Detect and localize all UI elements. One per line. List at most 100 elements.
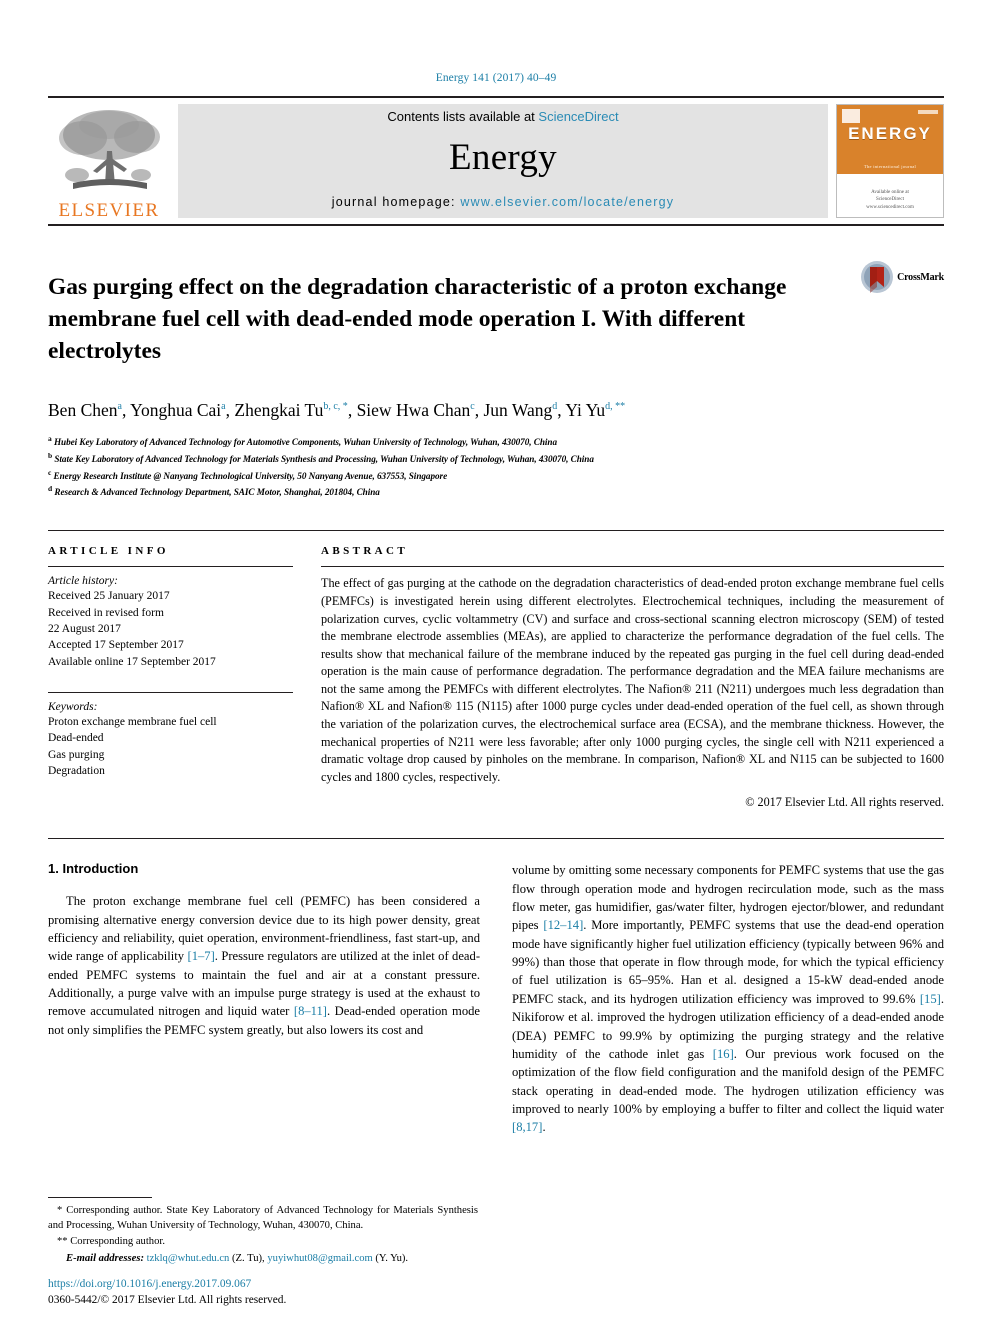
cover-logo-mark: [842, 109, 860, 123]
masthead-bottom-rule: [48, 224, 944, 226]
affiliation-text: Research & Advanced Technology Departmen…: [54, 487, 380, 498]
elsevier-tree-icon: [53, 105, 165, 201]
elsevier-logo: ELSEVIER: [48, 98, 170, 224]
abstract-column: ABSTRACT The effect of gas purging at th…: [321, 545, 944, 810]
affiliation-marker: d: [48, 484, 53, 494]
cover-issn-mark: [918, 110, 938, 114]
article-history-item: Accepted 17 September 2017: [48, 639, 184, 652]
cover-footer-line-2: ScienceDirect: [875, 197, 905, 202]
cover-top-panel: ENERGY The international journal: [837, 105, 943, 175]
article-history-item: Received 25 January 2017: [48, 590, 170, 603]
keywords-rule: [48, 692, 293, 694]
intro-paragraph-left: The proton exchange membrane fuel cell (…: [48, 892, 480, 1039]
author-list: Ben Chena, Yonghua Caia, Zhengkai Tub, c…: [48, 397, 944, 423]
author-entry: Ben Chena,: [48, 400, 130, 420]
author-name: Ben Chen: [48, 400, 118, 421]
article-history-title: Article history:: [48, 575, 118, 588]
keywords-title: Keywords:: [48, 701, 98, 714]
footnote-text: Corresponding author.: [67, 1236, 165, 1248]
running-head: Energy 141 (2017) 40–49: [435, 72, 557, 84]
affiliation-list: a Hubei Key Laboratory of Advanced Techn…: [48, 433, 944, 501]
cover-journal-title: ENERGY: [848, 124, 932, 144]
crossmark-label: CrossMark: [897, 271, 944, 283]
author-entry: Yonghua Caia,: [130, 400, 234, 420]
footnote-text: Corresponding author. State Key Laborato…: [48, 1204, 478, 1231]
journal-cover-thumbnail: ENERGY The international journal Availab…: [836, 104, 944, 218]
author-name: Siew Hwa Chan: [356, 400, 471, 421]
elsevier-wordmark: ELSEVIER: [58, 200, 160, 221]
keyword-item: Proton exchange membrane fuel cell: [48, 716, 217, 729]
author-affiliation-marker: d, **: [605, 401, 626, 413]
contents-available-line: Contents lists available at ScienceDirec…: [387, 109, 618, 124]
affiliation-item: d Research & Advanced Technology Departm…: [48, 483, 944, 500]
journal-masthead: ELSEVIER Contents lists available at Sci…: [48, 96, 944, 224]
footnote-block: * Corresponding author. State Key Labora…: [48, 1196, 478, 1267]
citation-link[interactable]: [8–11]: [294, 1004, 327, 1018]
article-history-item: Received in revised form: [48, 606, 164, 619]
affiliation-item: c Energy Research Institute @ Nanyang Te…: [48, 467, 944, 484]
email-owner-1: (Z. Tu): [232, 1253, 263, 1265]
info-abstract-section: ARTICLE INFO Article history: Received 2…: [48, 530, 944, 810]
affiliation-text: Hubei Key Laboratory of Advanced Technol…: [53, 436, 557, 447]
journal-title: Energy: [449, 137, 557, 178]
journal-banner: Contents lists available at ScienceDirec…: [178, 104, 828, 218]
crossmark-badge[interactable]: CrossMark: [848, 256, 944, 383]
journal-homepage-url[interactable]: www.elsevier.com/locate/energy: [460, 195, 674, 209]
body-column-right: volume by omitting some necessary compon…: [512, 861, 944, 1137]
affiliation-marker: c: [48, 467, 52, 477]
doi-link[interactable]: https://doi.org/10.1016/j.energy.2017.09…: [48, 1276, 478, 1293]
abstract-label: ABSTRACT: [321, 545, 409, 558]
affiliation-item: b State Key Laboratory of Advanced Techn…: [48, 450, 944, 467]
doi-block: https://doi.org/10.1016/j.energy.2017.09…: [48, 1276, 478, 1309]
section-heading-introduction: 1. Introduction: [48, 861, 139, 877]
email-label: E-mail addresses:: [66, 1253, 144, 1265]
footnote-rule: [48, 1196, 152, 1198]
cover-footer-line-1: Available online at: [871, 189, 909, 195]
affiliation-text: Energy Research Institute @ Nanyang Tech…: [53, 470, 448, 481]
article-info-column: ARTICLE INFO Article history: Received 2…: [48, 545, 293, 810]
contents-available-text: Contents lists available at: [387, 109, 539, 124]
email-owner-2: (Y. Yu).: [375, 1253, 409, 1265]
author-entry: Zhengkai Tub, c, *,: [234, 400, 356, 420]
abstract-rule: [321, 566, 944, 568]
article-history-item: 22 August 2017: [48, 623, 121, 636]
body-columns: 1. Introduction The proton exchange memb…: [48, 861, 944, 1137]
cover-tagline: The international journal: [863, 163, 917, 169]
citation-link[interactable]: [8,17]: [512, 1120, 542, 1134]
email-footnote: E-mail addresses: tzklq@whut.edu.cn (Z. …: [66, 1253, 409, 1265]
keyword-item: Gas purging: [48, 748, 105, 761]
affiliation-item: a Hubei Key Laboratory of Advanced Techn…: [48, 433, 944, 450]
keyword-item: Dead-ended: [48, 732, 104, 745]
title-row: Gas purging effect on the degradation ch…: [48, 256, 944, 383]
article-page: Energy 141 (2017) 40–49 ELSEVIER Content…: [0, 0, 992, 1323]
author-entry: Jun Wangd,: [484, 400, 566, 420]
body-top-rule: [48, 838, 944, 840]
citation-link[interactable]: [16]: [713, 1047, 734, 1061]
author-separator: ,: [474, 400, 484, 421]
author-entry: Siew Hwa Chanc,: [357, 400, 484, 420]
cover-footer-line-3: www.sciencedirect.com: [866, 204, 914, 210]
article-info-label: ARTICLE INFO: [48, 545, 169, 558]
intro-paragraph-right: volume by omitting some necessary compon…: [512, 861, 944, 1137]
journal-homepage-label: journal homepage:: [331, 195, 461, 209]
corresponding-author-footnote: * Corresponding author. State Key Labora…: [48, 1204, 478, 1234]
issn-copyright-line: 0360-5442/© 2017 Elsevier Ltd. All right…: [48, 1294, 287, 1307]
author-affiliation-marker: b, c, *: [323, 401, 348, 413]
sciencedirect-link[interactable]: ScienceDirect: [538, 109, 618, 124]
page-title: Gas purging effect on the degradation ch…: [48, 273, 787, 364]
footnote-marker: **: [57, 1236, 68, 1248]
corresponding-author-footnote-2: ** Corresponding author.: [48, 1235, 478, 1250]
article-info-rule: [48, 566, 293, 568]
keywords-block: Keywords: Proton exchange membrane fuel …: [48, 692, 293, 779]
affiliation-marker: b: [48, 450, 53, 460]
email-link-1[interactable]: tzklq@whut.edu.cn: [147, 1253, 230, 1264]
citation-link[interactable]: [1–7]: [188, 949, 215, 963]
email-link-2[interactable]: yuyiwhut08@gmail.com: [267, 1253, 372, 1264]
citation-link[interactable]: [12–14]: [543, 918, 583, 932]
journal-homepage-line: journal homepage: www.elsevier.com/locat…: [332, 195, 674, 209]
author-name: Jun Wang: [483, 400, 553, 421]
abstract-text: The effect of gas purging at the cathode…: [321, 576, 944, 784]
citation-link[interactable]: [15]: [920, 992, 941, 1006]
abstract-body: The effect of gas purging at the cathode…: [321, 575, 944, 786]
author-separator: ,: [121, 400, 131, 421]
